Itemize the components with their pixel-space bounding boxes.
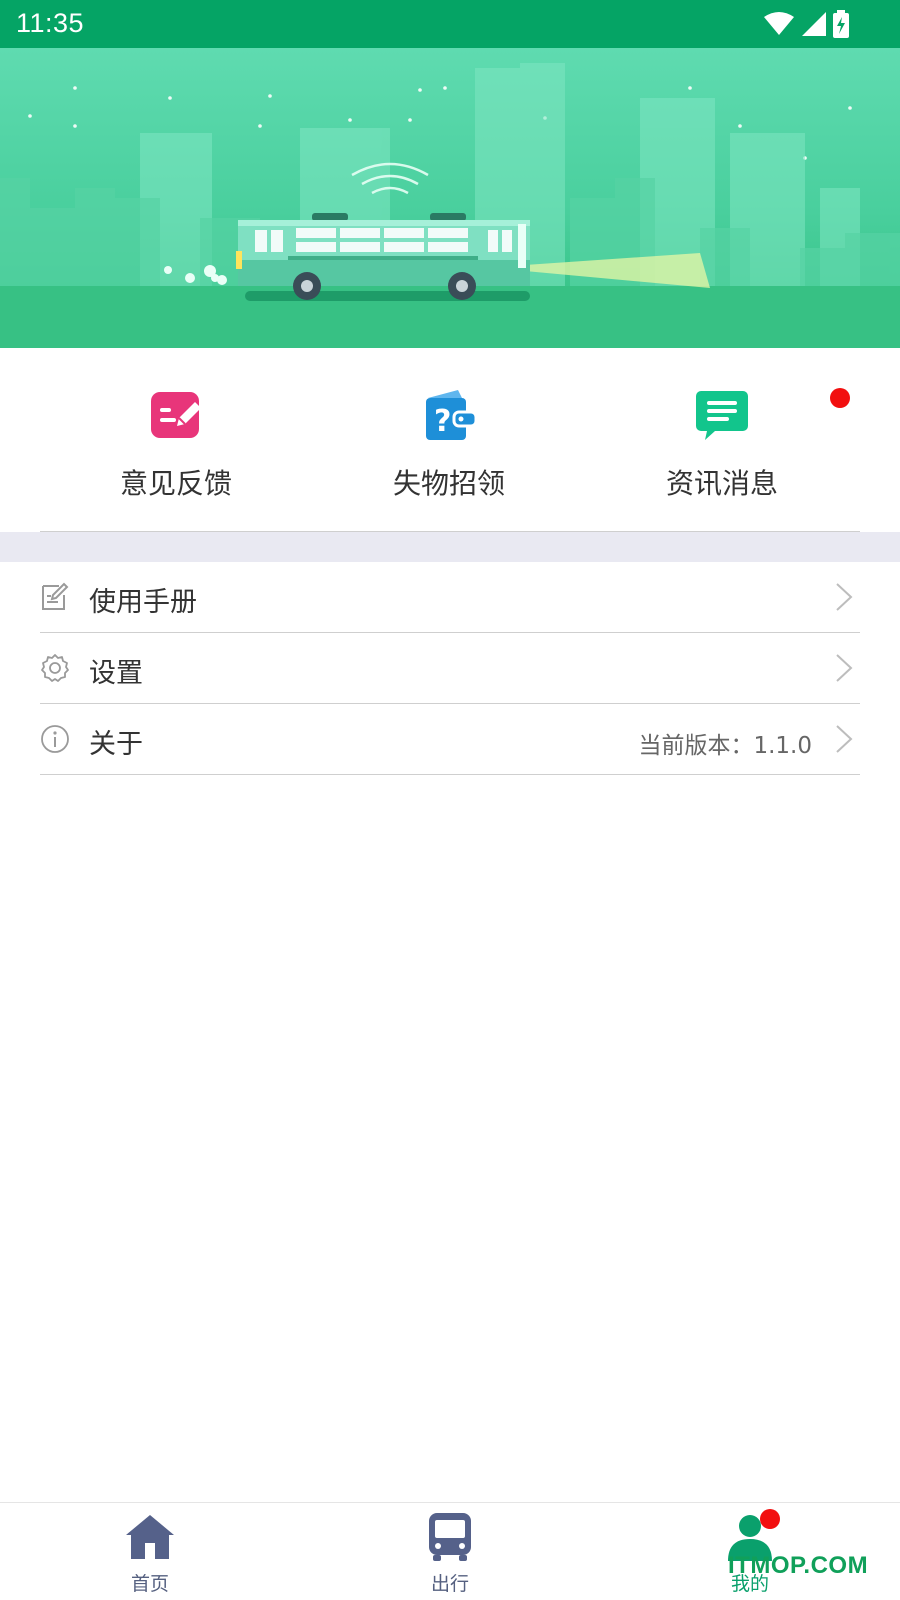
info-icon (41, 725, 69, 753)
svg-text:?: ? (434, 404, 451, 439)
status-icons (764, 8, 850, 40)
app-version: 当前版本：1.1.0 (638, 733, 812, 759)
menu-item-label: 关于 (89, 729, 143, 760)
menu-item-label: 使用手册 (89, 587, 197, 618)
wifi-icon (764, 12, 794, 35)
watermark: ITMOP.COM (728, 1552, 869, 1579)
quick-action-news[interactable]: 资讯消息 (632, 388, 812, 502)
gear-icon (41, 654, 69, 682)
feedback-edit-icon (151, 392, 201, 438)
menu-item-label: 设置 (89, 658, 143, 689)
quick-action-lost-found[interactable]: ? 失物招领 (359, 388, 539, 502)
quick-action-label: 资讯消息 (665, 467, 778, 500)
lost-found-wallet-icon: ? (426, 390, 478, 440)
bus-icon (429, 1513, 471, 1561)
quick-actions: 意见反馈 ? 失物招领 资讯消息 (0, 348, 900, 532)
home-icon (126, 1515, 174, 1559)
chevron-right-icon (836, 583, 853, 611)
banner-illustration (0, 48, 900, 348)
tab-travel[interactable]: 出行 (390, 1511, 510, 1596)
tab-label: 出行 (430, 1573, 469, 1595)
settings-menu: 使用手册 设置 关于 当前版本：1.1.0 (0, 562, 900, 775)
news-message-icon (696, 391, 748, 440)
status-time: 11:35 (16, 8, 85, 38)
quick-action-feedback[interactable]: 意见反馈 (86, 388, 266, 502)
chevron-right-icon (836, 654, 853, 682)
chevron-right-icon (836, 725, 853, 753)
tab-label: 首页 (130, 1573, 169, 1595)
quick-action-label: 意见反馈 (119, 467, 232, 500)
signal-icon (802, 12, 826, 36)
tab-home[interactable]: 首页 (90, 1511, 210, 1596)
menu-item-manual[interactable]: 使用手册 (40, 562, 860, 633)
quick-action-label: 失物招领 (392, 467, 505, 500)
news-unread-badge (830, 388, 850, 408)
battery-charging-icon (833, 10, 849, 38)
menu-item-settings[interactable]: 设置 (40, 633, 860, 704)
mine-unread-badge (760, 1509, 780, 1529)
section-gap (0, 532, 900, 562)
menu-item-about[interactable]: 关于 当前版本：1.1.0 (40, 704, 860, 775)
status-bar: 11:35 (0, 0, 900, 48)
bottom-tab-bar: 首页 出行 我的 (0, 1502, 900, 1600)
manual-icon (42, 582, 69, 610)
